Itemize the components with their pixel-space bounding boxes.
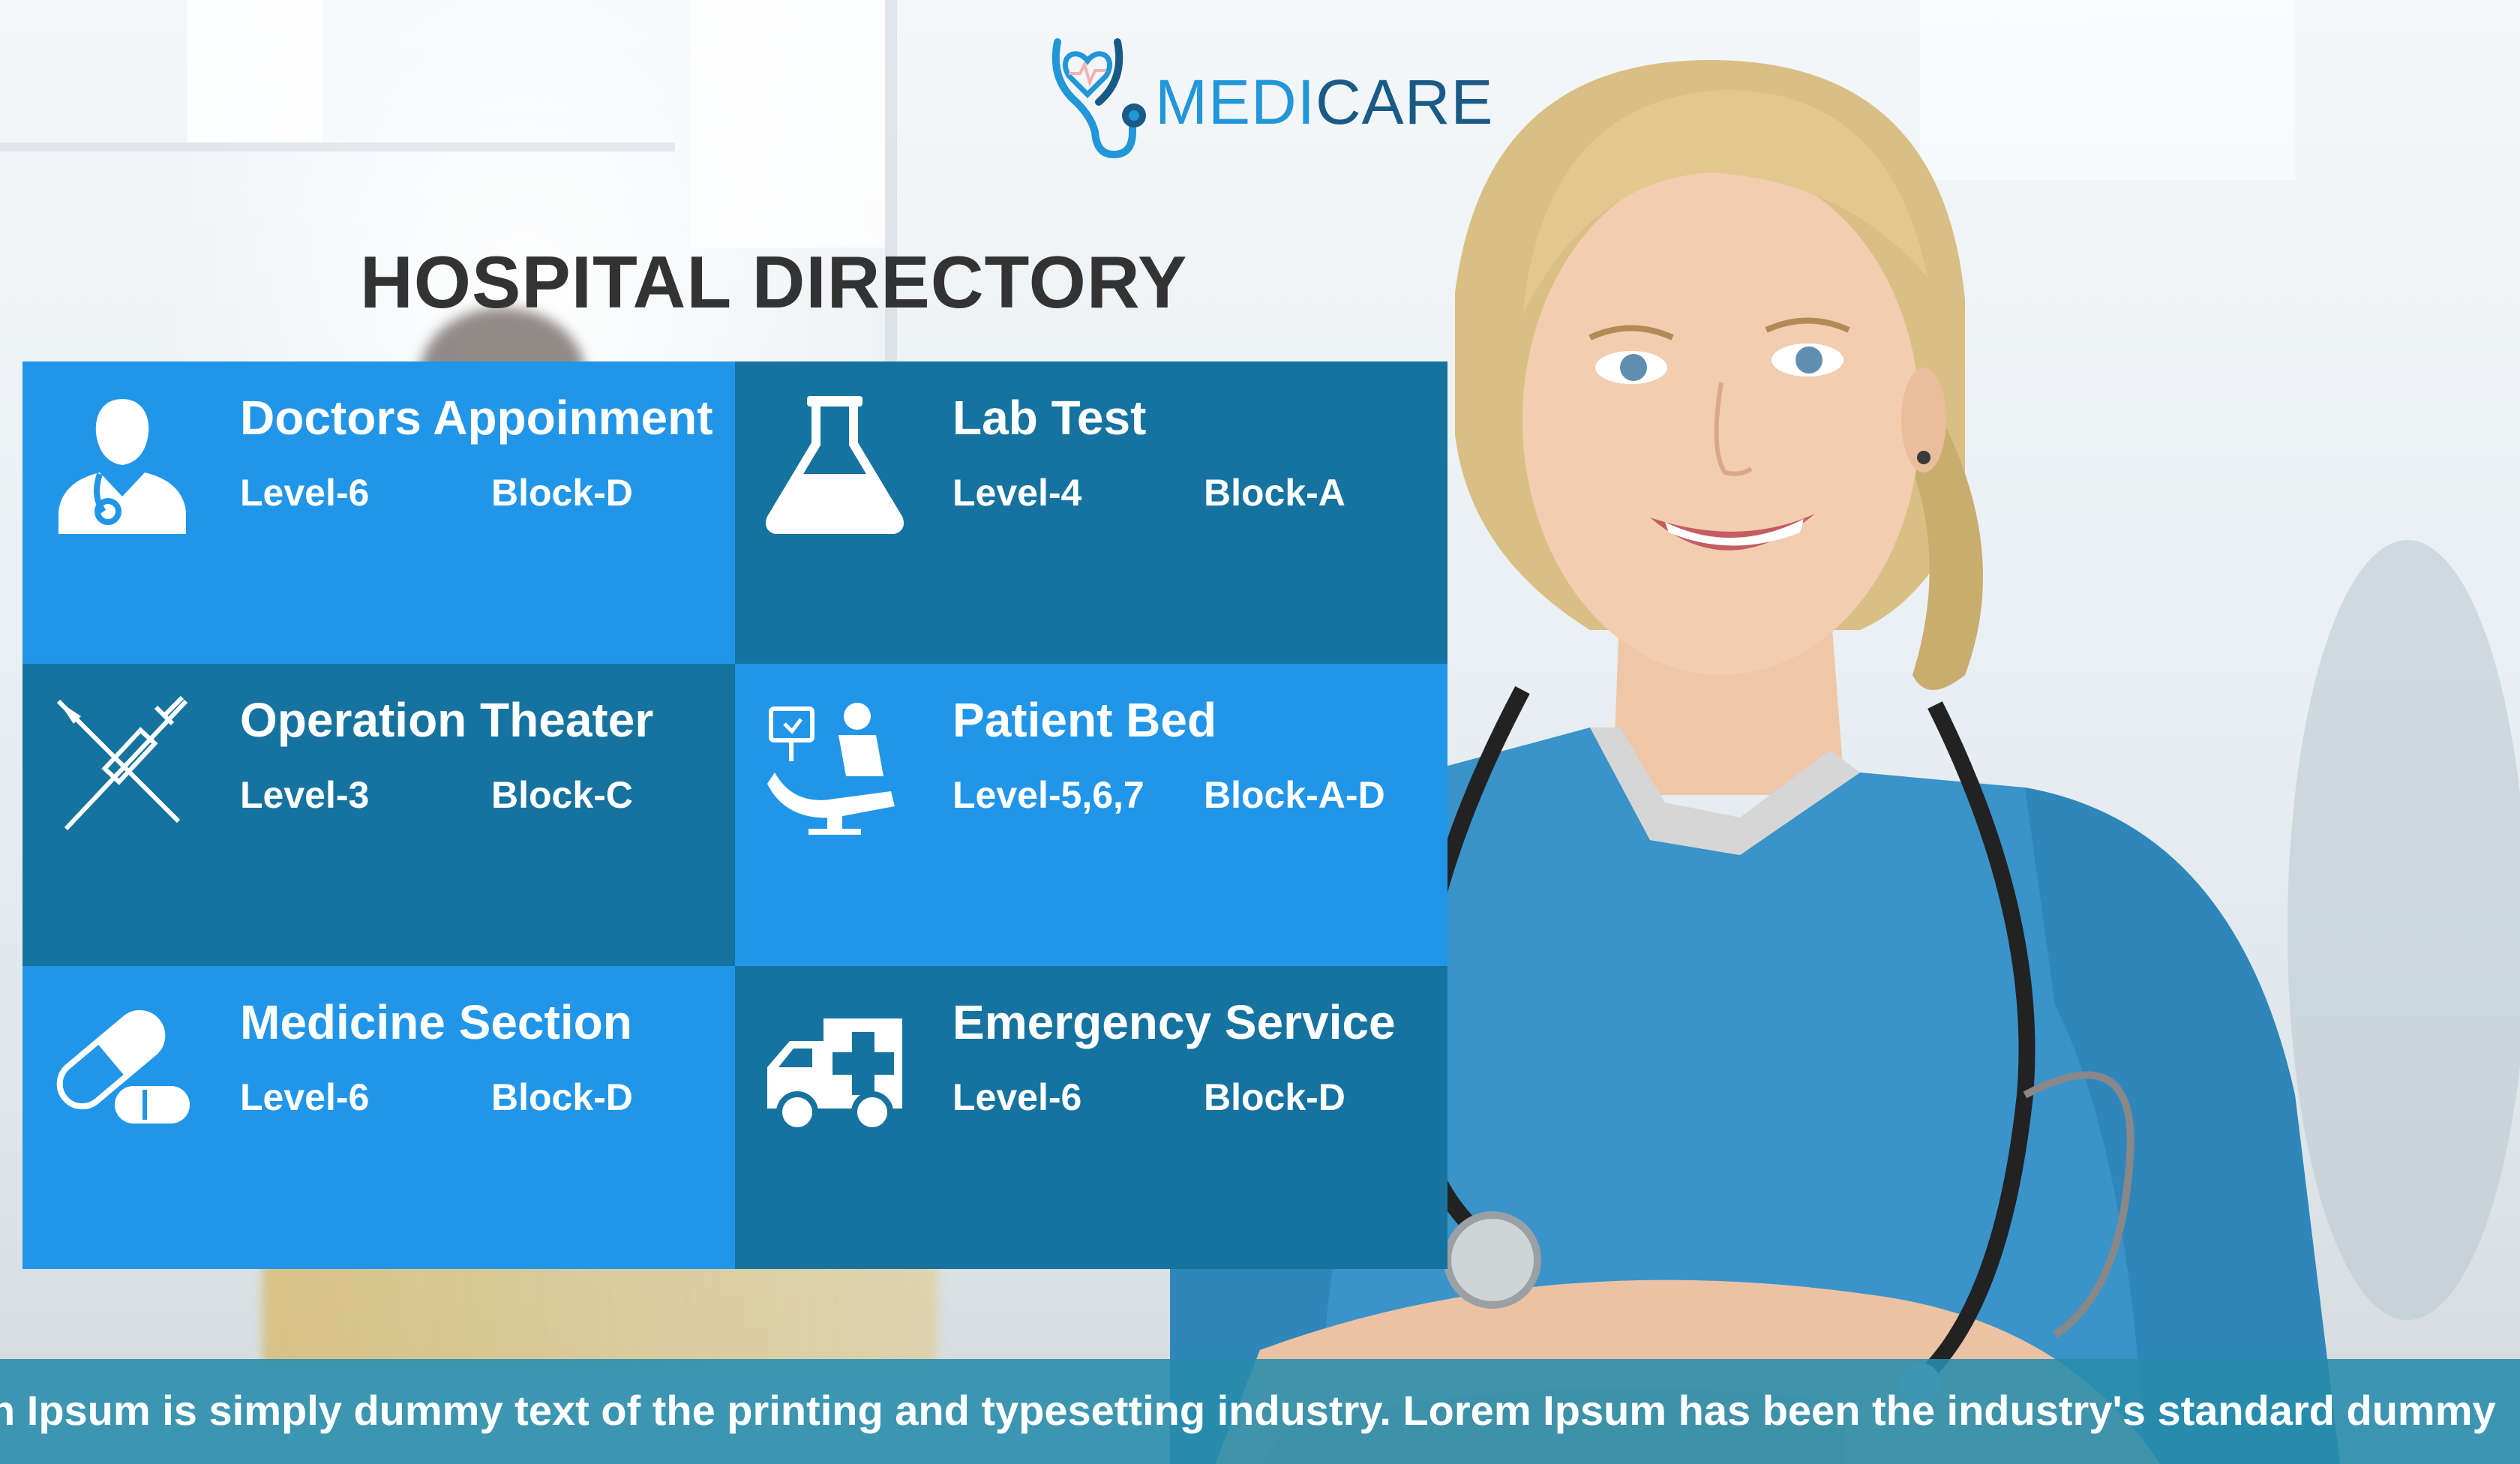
news-ticker: n Ipsum is simply dummy text of the prin…	[0, 1359, 2520, 1464]
tile-level: Level-6	[240, 1076, 370, 1118]
tile-name: Lab Test	[952, 391, 1147, 445]
patient-bed-icon	[764, 694, 906, 836]
directory-tile-lab-test[interactable]: Lab Test Level-4 Block-A	[735, 362, 1448, 664]
tile-name: Medicine Section	[240, 995, 632, 1049]
tile-name: Operation Theater	[240, 693, 654, 747]
directory-tile-emergency-service[interactable]: Emergency Service Level-6 Block-D	[735, 966, 1448, 1269]
doctor-icon	[51, 392, 194, 534]
brand-name: MEDICARE	[1155, 66, 1494, 137]
page-title: HOSPITAL DIRECTORY	[360, 241, 1188, 323]
tile-name: Doctors Appoinment	[240, 391, 713, 445]
tile-level: Level-4	[952, 472, 1082, 514]
tile-block: Block-C	[491, 774, 633, 816]
tile-block: Block-D	[491, 472, 633, 514]
directory-tile-doctors-appointment[interactable]: Doctors Appoinment Level-6 Block-D	[22, 362, 735, 664]
directory-tile-patient-bed[interactable]: Patient Bed Level-5,6,7 Block-A-D	[735, 664, 1448, 966]
tile-level: Level-3	[240, 774, 370, 816]
directory-tile-operation-theater[interactable]: Operation Theater Level-3 Block-C	[22, 664, 735, 966]
tile-block: Block-D	[491, 1076, 633, 1118]
tile-level: Level-5,6,7	[952, 774, 1144, 816]
tile-name: Emergency Service	[952, 995, 1396, 1049]
tile-block: Block-A	[1204, 472, 1346, 514]
tile-name: Patient Bed	[952, 693, 1217, 747]
tile-level: Level-6	[952, 1076, 1082, 1118]
tile-block: Block-D	[1204, 1076, 1346, 1118]
tile-level: Level-6	[240, 472, 370, 514]
ambulance-icon	[764, 996, 906, 1138]
capsule-icon	[51, 996, 194, 1138]
medicare-logo[interactable]: MEDICARE	[1042, 27, 1493, 162]
flask-icon	[764, 392, 906, 535]
tile-block: Block-A-D	[1204, 774, 1385, 816]
syringe-scalpel-icon	[51, 694, 194, 836]
directory-grid: Doctors Appoinment Level-6 Block-D Lab T…	[22, 362, 1448, 1269]
stethoscope-heart-icon	[1052, 38, 1146, 159]
ticker-text: n Ipsum is simply dummy text of the prin…	[0, 1387, 2496, 1434]
directory-tile-medicine-section[interactable]: Medicine Section Level-6 Block-D	[22, 966, 735, 1269]
